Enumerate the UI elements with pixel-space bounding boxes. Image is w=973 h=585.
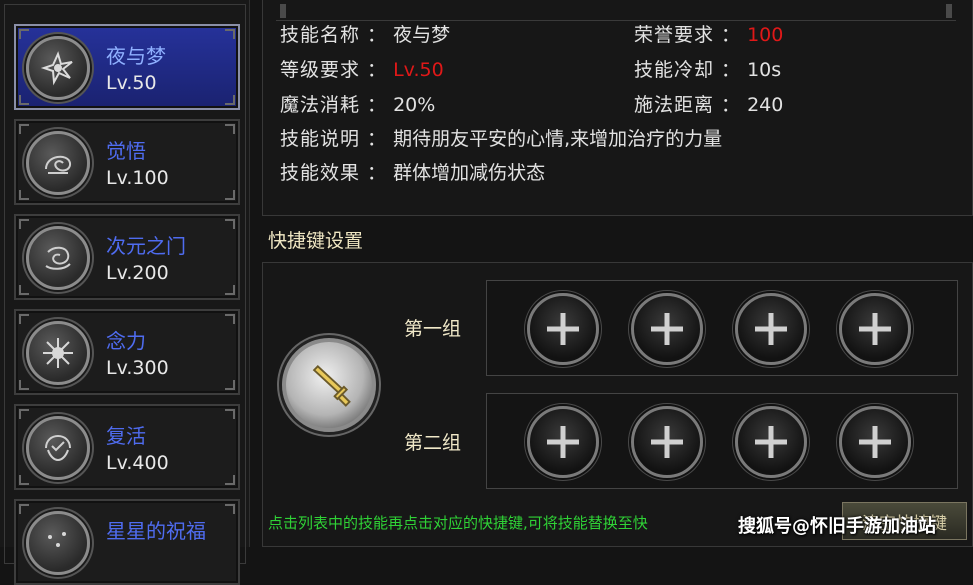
effect-value: 群体增加减伤状态	[393, 162, 546, 184]
plus-icon	[547, 313, 579, 345]
skill-item-4[interactable]: 念力 Lv.300	[14, 309, 240, 395]
star-burst-icon	[26, 321, 90, 385]
level-value: Lv.50	[393, 59, 444, 81]
skill-name: 夜与梦	[106, 44, 166, 68]
shortcut-slot[interactable]	[735, 406, 807, 478]
group-1-slots	[486, 280, 958, 376]
cooldown-value: 10s	[747, 59, 782, 81]
plus-icon	[651, 426, 683, 458]
range-label: 施法距离 ：	[634, 94, 742, 116]
shortcut-hint: 点击列表中的技能再点击对应的快捷键,可将技能替换至快	[268, 514, 648, 532]
current-skill-slot[interactable]	[282, 338, 376, 432]
mana-label: 魔法消耗 ：	[280, 94, 388, 116]
skill-name: 念力	[106, 329, 146, 353]
skill-level: Lv.50	[106, 72, 157, 94]
shortcut-slot[interactable]	[631, 293, 703, 365]
shortcut-slot[interactable]	[631, 406, 703, 478]
level-row: 等级要求 ： Lv.50	[280, 55, 444, 82]
skill-level: Lv.200	[106, 262, 169, 284]
plus-icon	[859, 313, 891, 345]
range-value: 240	[747, 94, 784, 116]
group-2-label: 第二组	[404, 432, 462, 454]
skill-item-1[interactable]: 夜与梦 Lv.50	[14, 24, 240, 110]
effect-row: 技能效果 ： 群体增加减伤状态	[280, 158, 545, 185]
wreath-icon	[26, 416, 90, 480]
skill-item-6[interactable]: 星星的祝福	[14, 499, 240, 585]
skill-item-2[interactable]: 觉悟 Lv.100	[14, 119, 240, 205]
sword-icon	[312, 365, 351, 407]
shortcut-slot[interactable]	[735, 293, 807, 365]
stars-icon	[26, 511, 90, 575]
skill-level: Lv.300	[106, 357, 169, 379]
description-row: 技能说明 ： 期待朋友平安的心情,来增加治疗的力量	[280, 124, 722, 151]
skill-name-label: 技能名称 ：	[280, 24, 388, 46]
skill-name: 觉悟	[106, 139, 146, 163]
skill-name: 星星的祝福	[106, 519, 206, 543]
effect-label: 技能效果 ：	[280, 162, 388, 184]
group-1-label: 第一组	[404, 318, 462, 340]
vortex-icon	[26, 226, 90, 290]
mana-row: 魔法消耗 ： 20%	[280, 90, 435, 117]
level-label: 等级要求 ：	[280, 59, 388, 81]
skill-level: Lv.100	[106, 167, 169, 189]
cooldown-row: 技能冷却 ： 10s	[634, 55, 781, 82]
honor-row: 荣誉要求 ： 100	[634, 20, 783, 47]
skill-name: 次元之门	[106, 234, 186, 258]
plus-icon	[755, 426, 787, 458]
skill-level: Lv.400	[106, 452, 169, 474]
skill-name: 复活	[106, 424, 146, 448]
skill-name-value: 夜与梦	[393, 24, 451, 46]
shortcut-section-title: 快捷键设置	[268, 230, 364, 252]
skill-item-5[interactable]: 复活 Lv.400	[14, 404, 240, 490]
range-row: 施法距离 ： 240	[634, 90, 783, 117]
swirl-icon	[26, 131, 90, 195]
plus-icon	[755, 313, 787, 345]
info-topbar	[276, 0, 956, 21]
description-label: 技能说明 ：	[280, 128, 388, 150]
burst-icon	[26, 36, 90, 100]
shortcut-slot[interactable]	[839, 406, 911, 478]
shortcut-slot[interactable]	[527, 406, 599, 478]
plus-icon	[859, 426, 891, 458]
watermark: 搜狐号@怀旧手游加油站	[738, 516, 936, 537]
plus-icon	[547, 426, 579, 458]
skill-item-3[interactable]: 次元之门 Lv.200	[14, 214, 240, 300]
honor-value: 100	[747, 24, 784, 46]
skill-name-row: 技能名称 ： 夜与梦	[280, 20, 450, 47]
mana-value: 20%	[393, 94, 436, 116]
shortcut-slot[interactable]	[839, 293, 911, 365]
group-2-slots	[486, 393, 958, 489]
description-value: 期待朋友平安的心情,来增加治疗的力量	[393, 128, 723, 150]
cooldown-label: 技能冷却 ：	[634, 59, 742, 81]
shortcut-slot[interactable]	[527, 293, 599, 365]
honor-label: 荣誉要求 ：	[634, 24, 742, 46]
plus-icon	[651, 313, 683, 345]
